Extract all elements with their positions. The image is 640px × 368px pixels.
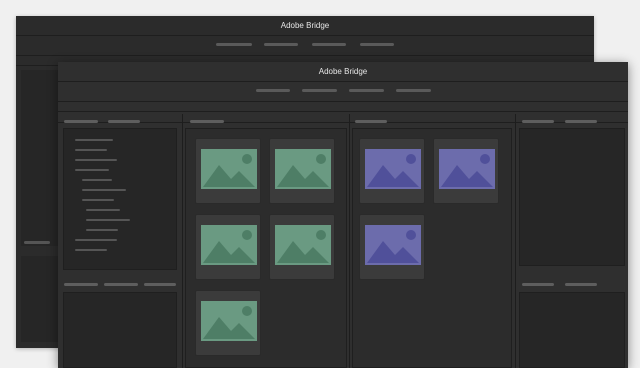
image-placeholder-icon (365, 225, 421, 265)
toolbar-button[interactable] (216, 43, 252, 46)
toolbar-button[interactable] (256, 89, 290, 92)
image-placeholder-icon (275, 225, 331, 265)
thumbnail-green[interactable] (269, 214, 335, 280)
panel-tab-collections[interactable] (104, 283, 138, 286)
toolbar-button[interactable] (396, 89, 431, 92)
panel-tab-preview[interactable] (522, 120, 554, 123)
window-title: Adobe Bridge (16, 16, 594, 36)
thumbnail-blue[interactable] (359, 214, 425, 280)
toolbar (16, 36, 594, 56)
tree-item[interactable] (86, 229, 118, 231)
panel-tab-info[interactable] (565, 283, 597, 286)
tree-item[interactable] (75, 149, 107, 151)
metadata-panel (519, 292, 625, 368)
tree-item[interactable] (75, 139, 113, 141)
toolbar-button[interactable] (302, 89, 337, 92)
toolbar-button[interactable] (360, 43, 394, 46)
image-placeholder-icon (275, 149, 331, 189)
image-placeholder-icon (439, 149, 495, 189)
tree-item[interactable] (75, 169, 109, 171)
content-tab[interactable] (190, 120, 224, 123)
panel-divider[interactable] (182, 114, 183, 368)
image-placeholder-icon (201, 149, 257, 189)
panel-tab-keywords[interactable] (522, 283, 554, 286)
image-placeholder-icon (201, 225, 257, 265)
toolbar-button[interactable] (312, 43, 346, 46)
panel-tab-metadata[interactable] (565, 120, 597, 123)
panel-divider[interactable] (515, 114, 516, 368)
toolbar (58, 82, 628, 102)
filter-panel (63, 292, 177, 368)
tree-item[interactable] (75, 159, 117, 161)
tree-item[interactable] (75, 249, 107, 251)
path-bar (58, 103, 628, 112)
tree-item[interactable] (86, 209, 120, 211)
thumbnail-green[interactable] (195, 290, 261, 356)
image-placeholder-icon (365, 149, 421, 189)
toolbar-button[interactable] (264, 43, 298, 46)
panel-divider[interactable] (349, 114, 350, 368)
thumbnail-blue[interactable] (359, 138, 425, 204)
panel-tab-filter[interactable] (64, 283, 98, 286)
content-tab[interactable] (355, 120, 387, 123)
left-panel (21, 70, 58, 246)
foreground-window: Adobe Bridge (58, 62, 628, 368)
tree-item[interactable] (82, 199, 114, 201)
tree-item[interactable] (75, 239, 117, 241)
image-placeholder-icon (201, 301, 257, 341)
preview-panel (519, 128, 625, 266)
toolbar-button[interactable] (349, 89, 384, 92)
tree-item[interactable] (82, 179, 112, 181)
panel-tab[interactable] (24, 241, 50, 244)
panel-tab-favorites[interactable] (108, 120, 140, 123)
window-title: Adobe Bridge (58, 62, 628, 82)
panel-tab-folders[interactable] (64, 120, 98, 123)
thumbnail-green[interactable] (269, 138, 335, 204)
thumbnail-green[interactable] (195, 138, 261, 204)
panel-tab-export[interactable] (144, 283, 176, 286)
tree-item[interactable] (82, 189, 126, 191)
thumbnail-green[interactable] (195, 214, 261, 280)
left-panel-lower (21, 256, 58, 342)
thumbnail-blue[interactable] (433, 138, 499, 204)
tree-item[interactable] (86, 219, 130, 221)
